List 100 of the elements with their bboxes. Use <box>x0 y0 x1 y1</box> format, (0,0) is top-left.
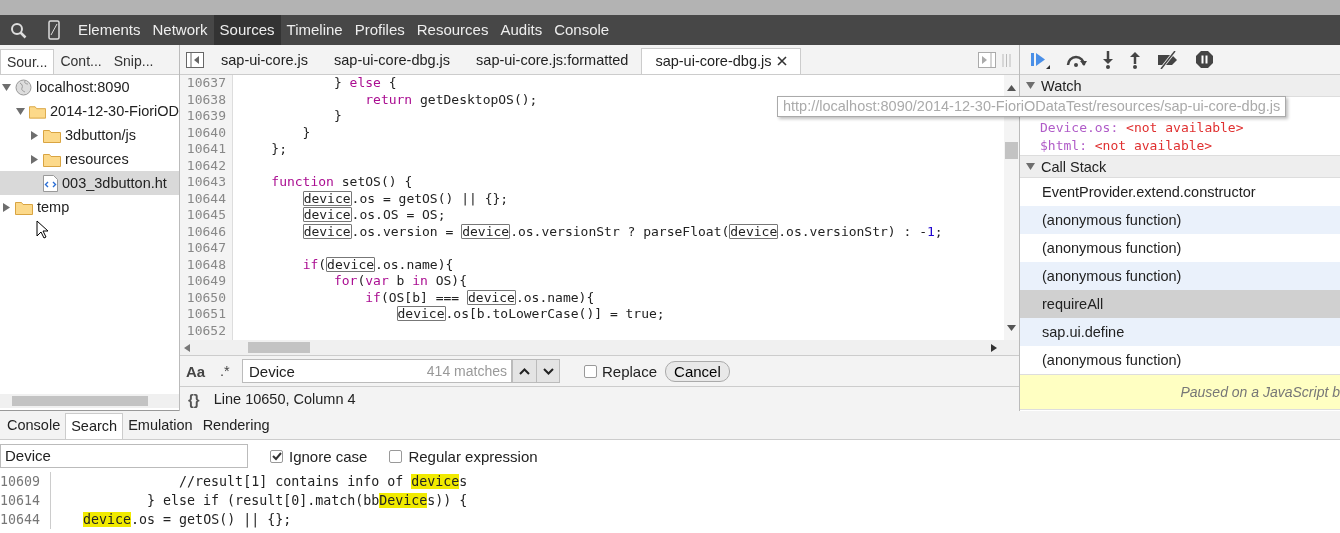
line-number: 10646 <box>185 223 227 240</box>
checkbox[interactable] <box>584 364 597 378</box>
file-tab[interactable]: sap-ui-core-dbg.js <box>641 48 802 74</box>
search-result-line[interactable]: device.os = getOS() || {}; <box>51 510 292 529</box>
code-line: } <box>332 108 342 125</box>
line-number: 10640 <box>185 124 227 141</box>
call-frame[interactable]: (anonymous function) <box>1020 234 1340 262</box>
phone-icon[interactable] <box>48 20 60 40</box>
search-result-line[interactable]: //result[1] contains info of devices <box>51 472 468 491</box>
call-frame[interactable]: (anonymous function) <box>1020 206 1340 234</box>
line-number: 10644 <box>185 190 227 207</box>
sidebar-toggle-icon[interactable] <box>978 52 996 68</box>
scrollbar-thumb[interactable] <box>12 396 148 406</box>
deactivate-breakpoints-icon[interactable] <box>1156 50 1180 69</box>
cancel-button[interactable]: Cancel <box>665 360 730 382</box>
expand-arrow-icon[interactable] <box>30 154 39 164</box>
expand-arrow-icon[interactable] <box>2 202 11 212</box>
code-line: } else { <box>332 75 397 92</box>
expand-arrow-icon[interactable] <box>1026 81 1035 90</box>
code-line: return getDesktopOS(); <box>364 91 538 108</box>
match-case-button[interactable]: Aa <box>186 362 212 380</box>
checkbox-label: Replace <box>602 362 658 380</box>
expand-arrow-icon[interactable] <box>2 82 11 92</box>
navigator-tab[interactable]: Sour... <box>0 49 55 74</box>
panel-tab[interactable]: Sources <box>213 15 281 45</box>
mouse-pointer-icon <box>36 220 48 239</box>
call-frame[interactable]: EventProvider.extend.constructor <box>1020 178 1340 206</box>
scroll-right-arrow-icon[interactable] <box>991 344 997 352</box>
sidebar-toggle-icon[interactable] <box>186 52 204 68</box>
drawer-tab[interactable]: Rendering <box>197 413 275 439</box>
scrollbar-thumb[interactable] <box>1005 142 1018 159</box>
scroll-up-arrow-icon[interactable] <box>1007 85 1016 91</box>
panel-tab[interactable]: Timeline <box>280 15 349 45</box>
file-tab[interactable]: sap-ui-core.js:formatted <box>463 48 642 74</box>
call-frame[interactable]: requireAll <box>1020 290 1340 318</box>
drawer-tab[interactable]: Emulation <box>123 413 198 439</box>
folder-icon <box>29 103 47 119</box>
code-line: }; <box>270 141 287 158</box>
tree-item-label: localhost:8090 <box>36 79 130 95</box>
step-out-icon[interactable] <box>1129 50 1141 69</box>
code-line: } <box>301 124 311 141</box>
panel-tab[interactable]: Console <box>548 15 616 45</box>
regex-button[interactable]: .* <box>220 363 234 379</box>
expand-arrow-icon[interactable] <box>16 106 25 116</box>
horizontal-scrollbar[interactable] <box>0 394 179 408</box>
paused-message: Paused on a JavaScript b <box>1020 374 1340 410</box>
line-number: 10642 <box>185 157 227 174</box>
line-number: 10609 <box>0 472 51 491</box>
navigator-tab[interactable]: Cont... <box>54 49 108 74</box>
panel-tab[interactable]: Resources <box>410 15 495 45</box>
checkbox-label: Regular expression <box>408 447 538 465</box>
step-into-icon[interactable] <box>1102 50 1114 69</box>
panel-tab[interactable]: Elements <box>72 15 147 45</box>
horizontal-scrollbar[interactable] <box>180 340 1019 355</box>
scroll-left-arrow-icon[interactable] <box>184 344 190 352</box>
panel-tab[interactable]: Profiles <box>348 15 411 45</box>
resume-icon[interactable] <box>1030 50 1050 69</box>
drawer-tab[interactable]: Search <box>65 413 124 439</box>
line-number: 10652 <box>185 322 227 339</box>
expand-arrow-icon[interactable] <box>30 130 39 140</box>
panel-tab[interactable]: Network <box>146 15 214 45</box>
navigator-tab[interactable]: Snip... <box>107 49 160 74</box>
tree-item[interactable]: 003_3dbutton.ht <box>0 171 179 195</box>
checkbox[interactable] <box>389 449 403 463</box>
pause-icon[interactable] <box>1195 50 1214 69</box>
search-field[interactable]: Device <box>0 444 248 468</box>
scrollbar-thumb[interactable] <box>248 342 310 353</box>
panel-tab[interactable]: Audits <box>494 15 549 45</box>
section-header[interactable]: Watch <box>1020 75 1340 97</box>
code-line: if(device.os.name){ <box>301 256 454 273</box>
tree-item-label: 2014-12-30-FioriOD <box>50 103 179 119</box>
call-frame[interactable]: sap.ui.define <box>1020 318 1340 346</box>
caret-down-icon[interactable] <box>542 367 554 375</box>
line-number: 10638 <box>185 91 227 108</box>
call-frame[interactable]: (anonymous function) <box>1020 346 1340 374</box>
file-tab[interactable]: sap-ui-core-dbg.js <box>321 48 464 74</box>
tree-item[interactable]: temp <box>0 195 179 219</box>
tree-item[interactable]: resources <box>0 147 179 171</box>
section-header[interactable]: Call Stack <box>1020 155 1340 178</box>
html-file-icon <box>43 174 58 192</box>
search-field[interactable]: Device 414 matches <box>242 359 512 383</box>
tree-item[interactable]: 3dbutton/js <box>0 123 179 147</box>
pretty-print-button[interactable]: {} <box>188 390 200 408</box>
expand-arrow-icon[interactable] <box>1026 162 1035 171</box>
line-number: 10650 <box>185 289 227 306</box>
checkbox[interactable] <box>270 449 283 463</box>
tree-item[interactable]: localhost:8090 <box>0 75 179 99</box>
code-line: device.os.version = device.os.versionStr ? parseFloat(device.os.versionStr) : -1; <box>301 223 943 240</box>
search-result-line[interactable]: } else if (result[0].match(bbDevices)) { <box>51 491 468 510</box>
close-icon[interactable] <box>777 56 788 66</box>
code-line: device.os.OS = OS; <box>301 207 446 224</box>
search-icon[interactable] <box>9 21 27 39</box>
drawer-tab[interactable]: Console <box>2 413 66 439</box>
caret-up-icon[interactable] <box>519 367 530 375</box>
tree-item[interactable]: 2014-12-30-FioriOD <box>0 99 179 123</box>
file-tab[interactable]: sap-ui-core.js <box>208 48 322 74</box>
scroll-down-arrow-icon[interactable] <box>1007 325 1016 331</box>
watch-expression: Device.os: <not available> <box>1039 119 1245 137</box>
call-frame[interactable]: (anonymous function) <box>1020 262 1340 290</box>
grip-icon[interactable] <box>1002 54 1011 67</box>
